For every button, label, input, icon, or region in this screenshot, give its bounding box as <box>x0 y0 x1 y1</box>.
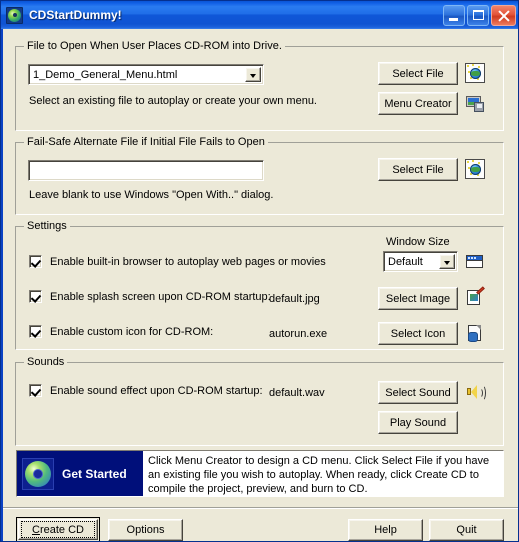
chevron-down-icon[interactable] <box>245 67 261 82</box>
play-sound-button-label: Play Sound <box>389 416 447 429</box>
enable-custom-icon-label: Enable custom icon for CD-ROM: <box>50 325 214 338</box>
select-file-button-label: Select File <box>392 67 444 80</box>
window-controls <box>443 4 516 26</box>
enable-sound-effect-label: Enable sound effect upon CD-ROM startup: <box>50 384 263 397</box>
window-size-combo[interactable]: Default <box>383 251 458 272</box>
minimize-button[interactable] <box>443 4 465 26</box>
checkbox-row-builtin-browser[interactable]: Enable built-in browser to autoplay web … <box>29 255 326 268</box>
create-cd-accelerator: C <box>32 523 40 536</box>
speaker-icon[interactable] <box>465 382 486 402</box>
options-button-label: Options <box>126 524 165 536</box>
select-image-button-label: Select Image <box>385 292 451 305</box>
quit-button-label: Quit <box>456 524 477 536</box>
file-combo[interactable]: 1_Demo_General_Menu.html <box>28 64 264 85</box>
checkbox-row-sound-effect[interactable]: Enable sound effect upon CD-ROM startup: <box>29 384 263 397</box>
select-icon-button[interactable]: Select Icon <box>378 322 458 345</box>
cd-disc-icon-hole <box>12 13 17 17</box>
file-to-open-group-title: File to Open When User Places CD-ROM int… <box>24 40 285 52</box>
file-to-open-group: File to Open When User Places CD-ROM int… <box>15 40 504 131</box>
chevron-down-icon[interactable] <box>439 254 455 269</box>
settings-group-title: Settings <box>24 220 70 232</box>
create-cd-button-label: reate CD <box>39 523 84 536</box>
play-sound-button[interactable]: Play Sound <box>378 411 458 434</box>
menu-creator-button[interactable]: Menu Creator <box>378 92 458 115</box>
failsafe-group: Fail-Safe Alternate File if Initial File… <box>15 136 504 215</box>
settings-group: Settings Window Size Default Enable buil… <box>15 220 504 350</box>
failsafe-hint: Leave blank to use Windows "Open With.."… <box>29 189 274 201</box>
get-started-instructions: Click Menu Creator to design a CD menu. … <box>143 451 503 496</box>
cd-disc-icon-hole <box>34 469 42 478</box>
image-edit-icon[interactable] <box>465 286 485 308</box>
help-button[interactable]: Help <box>348 519 423 541</box>
select-sound-button-label: Select Sound <box>385 386 451 399</box>
menu-creator-icon[interactable] <box>465 93 485 113</box>
enable-sound-effect-checkbox[interactable] <box>29 384 42 397</box>
cd-disc-icon <box>22 457 54 490</box>
failsafe-select-file-button-label: Select File <box>392 163 444 176</box>
checkbox-row-splash-screen[interactable]: Enable splash screen upon CD-ROM startup… <box>29 290 271 303</box>
maximize-button[interactable] <box>467 4 489 26</box>
create-cd-button[interactable]: Create CD <box>16 517 100 541</box>
application-window: CDStartDummy! File to Open When User Pla… <box>0 0 519 542</box>
select-icon-button-label: Select Icon <box>390 327 446 340</box>
enable-splash-screen-checkbox[interactable] <box>29 290 42 303</box>
select-sound-button[interactable]: Select Sound <box>378 381 458 404</box>
minimize-icon <box>449 17 458 21</box>
sound-file-value: default.wav <box>269 387 325 399</box>
maximize-icon <box>473 9 484 20</box>
quit-button[interactable]: Quit <box>429 519 504 541</box>
failsafe-group-title: Fail-Safe Alternate File if Initial File… <box>24 136 268 148</box>
web-page-icon[interactable] <box>465 63 485 83</box>
get-started-panel: Get Started Click Menu Creator to design… <box>16 450 504 497</box>
sounds-group-title: Sounds <box>24 356 68 368</box>
sounds-group: Sounds Enable sound effect upon CD-ROM s… <box>15 356 504 446</box>
enable-builtin-browser-checkbox[interactable] <box>29 255 42 268</box>
cd-disc-icon[interactable] <box>6 6 23 24</box>
file-hint: Select an existing file to autoplay or c… <box>29 95 317 107</box>
get-started-text: Click Menu Creator to design a CD menu. … <box>148 455 490 495</box>
window-size-combo-value: Default <box>388 255 423 268</box>
web-page-icon[interactable] <box>465 159 485 179</box>
menu-creator-button-label: Menu Creator <box>384 97 452 110</box>
select-file-button[interactable]: Select File <box>378 62 458 85</box>
get-started-label: Get Started <box>62 466 127 481</box>
custom-icon-value: autorun.exe <box>269 328 328 340</box>
select-image-button[interactable]: Select Image <box>378 287 458 310</box>
failsafe-input[interactable] <box>28 160 264 181</box>
checkbox-row-custom-icon[interactable]: Enable custom icon for CD-ROM: <box>29 325 213 338</box>
client-area: File to Open When User Places CD-ROM int… <box>3 29 518 541</box>
enable-builtin-browser-label: Enable built-in browser to autoplay web … <box>50 255 326 268</box>
window-icon[interactable] <box>465 252 485 272</box>
get-started-banner: Get Started <box>17 451 143 496</box>
help-button-label: Help <box>374 524 397 536</box>
footer-separator <box>3 507 518 509</box>
document-icon[interactable] <box>465 323 485 343</box>
options-button[interactable]: Options <box>108 519 183 541</box>
enable-custom-icon-checkbox[interactable] <box>29 325 42 338</box>
failsafe-select-file-button[interactable]: Select File <box>378 158 458 181</box>
window-title: CDStartDummy! <box>29 8 122 22</box>
title-bar: CDStartDummy! <box>1 1 518 29</box>
window-size-label: Window Size <box>386 236 450 248</box>
splash-image-value: default.jpg <box>269 293 320 305</box>
enable-splash-screen-label: Enable splash screen upon CD-ROM startup… <box>50 290 271 303</box>
file-combo-value: 1_Demo_General_Menu.html <box>33 68 178 81</box>
close-button[interactable] <box>491 4 516 26</box>
